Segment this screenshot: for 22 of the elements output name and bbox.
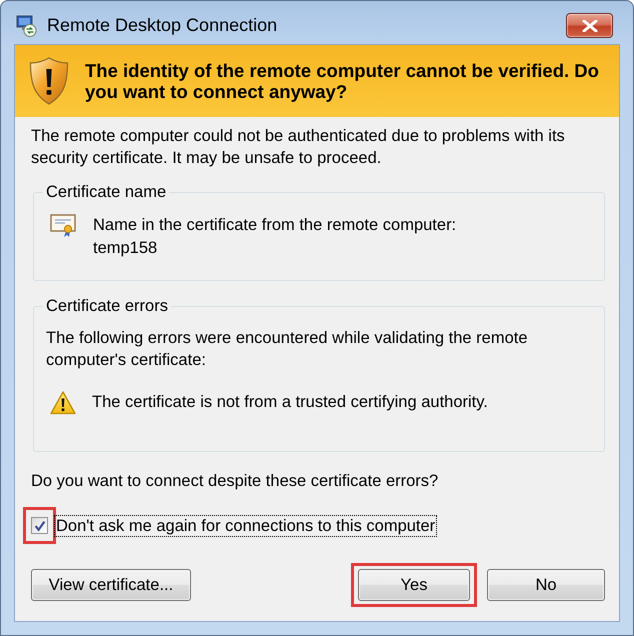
checkbox[interactable] (31, 517, 48, 534)
description-text: The remote computer could not be authenticated due to problems with its security certificate. It may be unsafe to proceed. (31, 126, 566, 169)
dialog-button[interactable]: Yes (358, 569, 470, 601)
errors-intro-text: The following errors were encountered while validating the remote computer's certificate: (46, 328, 529, 371)
group-legend: Certificate name (43, 183, 170, 201)
close-icon (582, 20, 598, 32)
remote-desktop-icon (16, 14, 37, 36)
group-legend: Certificate errors (43, 297, 171, 315)
certificate-name-text: Name in the certificate from the remote computer: (93, 215, 456, 236)
dialog-button[interactable]: View certificate... (31, 569, 191, 601)
warning-shield-icon (29, 57, 69, 105)
close-button[interactable] (566, 13, 613, 38)
dialog-button[interactable]: No (487, 569, 605, 601)
certificate-icon (50, 214, 77, 238)
error-text: The certificate is not from a trusted certifying authority. (92, 392, 488, 413)
checkbox-label[interactable]: Don't ask me again for connections to this computer (54, 514, 438, 536)
banner-heading: The identity of the remote computer cannot be verified. Do you want to connect anyway? (85, 60, 600, 102)
warning-icon (50, 391, 76, 415)
checkmark-icon (34, 520, 46, 532)
window-title: Remote Desktop Connection (47, 15, 278, 36)
certificate-name-text: temp158 (93, 238, 158, 259)
question-text: Do you want to connect despite these certificate errors? (31, 471, 440, 492)
